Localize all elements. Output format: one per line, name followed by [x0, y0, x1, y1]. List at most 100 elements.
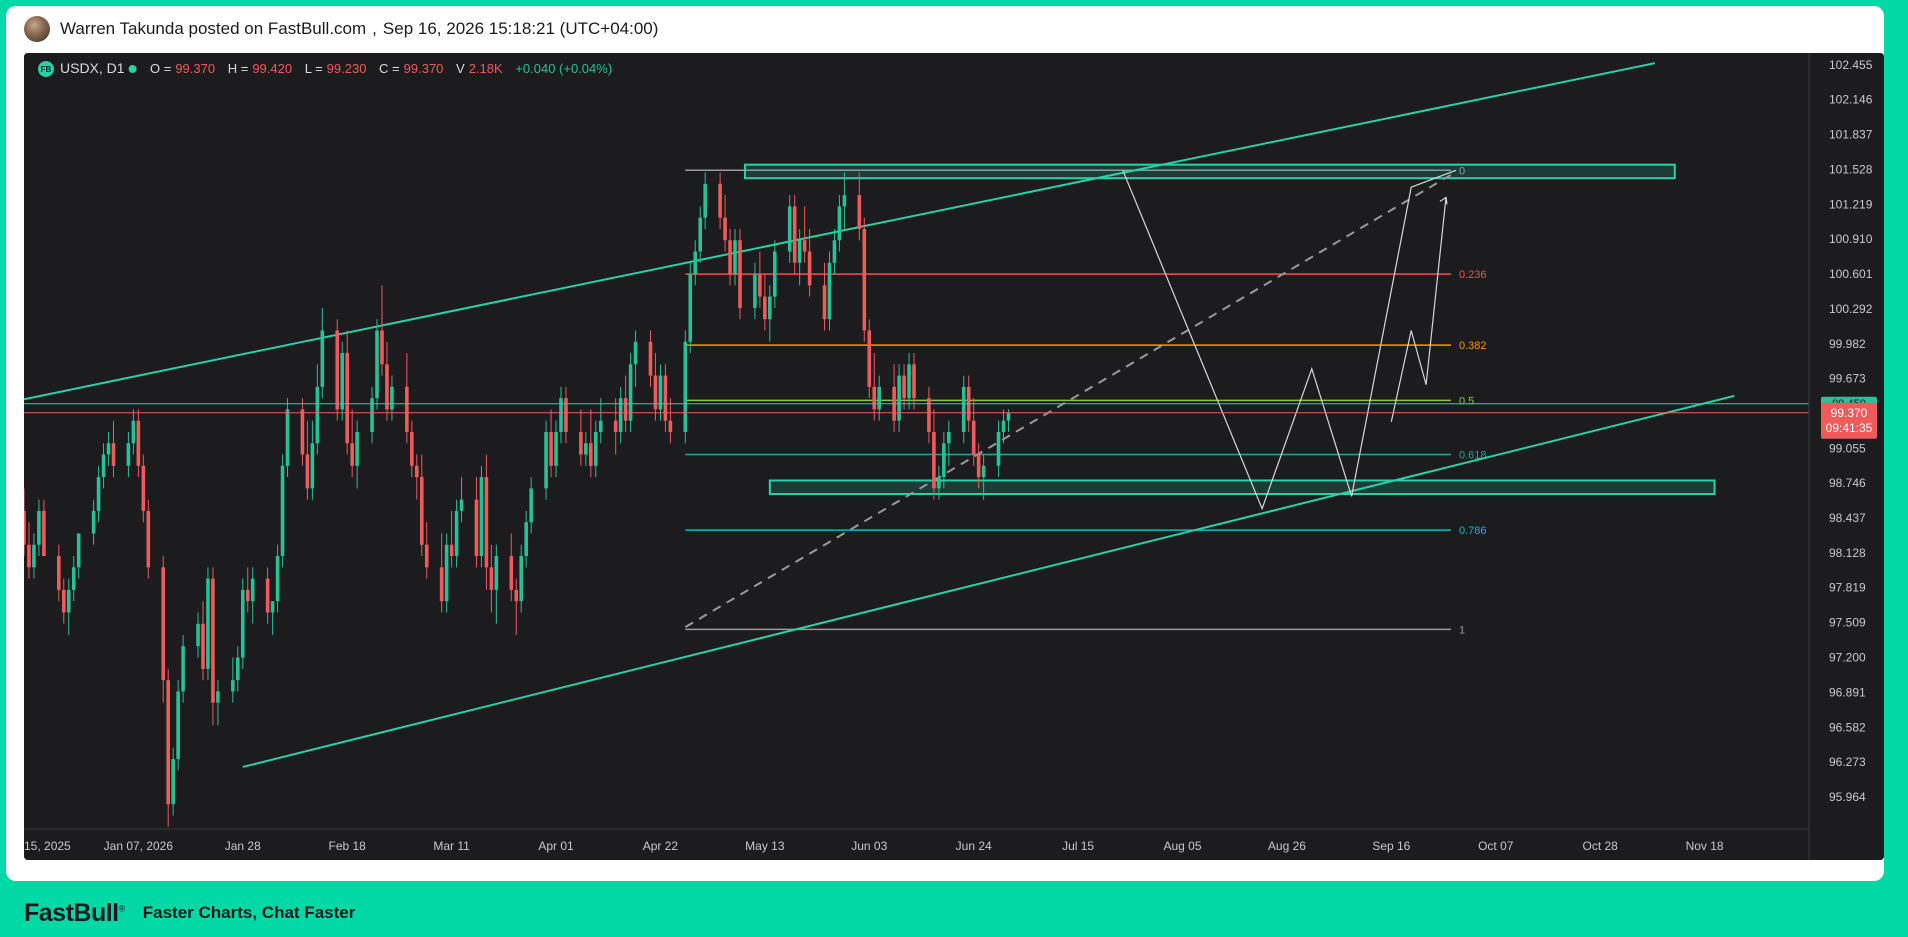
candle-body	[42, 510, 46, 557]
candle-body	[733, 240, 737, 275]
candle-body	[305, 454, 310, 489]
close-value: 99.370	[404, 61, 444, 76]
candle-body	[529, 488, 533, 523]
candle	[285, 398, 290, 478]
candle-body	[350, 443, 354, 466]
brand-logo[interactable]: FastBull®	[24, 899, 125, 928]
candle-body	[564, 398, 568, 432]
candle-body	[832, 240, 837, 263]
candle-body	[459, 499, 464, 511]
y-tick-label: 98.128	[1829, 546, 1866, 560]
candle-body	[275, 556, 280, 602]
candle-body	[449, 544, 454, 557]
y-tick-label: 100.292	[1829, 302, 1873, 316]
candle-body	[410, 431, 414, 466]
author-avatar[interactable]	[24, 16, 50, 42]
candle-body	[867, 330, 872, 387]
candle-body	[250, 578, 255, 602]
candle-body	[663, 375, 668, 421]
candle-body	[633, 341, 638, 365]
y-tick-label: 99.982	[1829, 337, 1866, 351]
y-tick-label: 96.582	[1829, 720, 1866, 734]
candle-body	[71, 567, 76, 590]
candle-body	[96, 477, 101, 511]
candle-body	[474, 499, 479, 557]
candle-body	[345, 353, 349, 444]
candle	[375, 319, 379, 410]
candle-body	[807, 251, 812, 286]
volume-value: 2.18K	[469, 61, 503, 76]
meta-separator: ,	[372, 19, 377, 38]
fib-label-0.618: 0.618	[1459, 450, 1487, 462]
x-tick-label: Jun 24	[956, 839, 992, 853]
post-header: Warren Takunda posted on FastBull.com, Se…	[24, 16, 658, 42]
candle-body	[419, 477, 424, 545]
candle	[444, 533, 449, 613]
candle-body	[1001, 420, 1006, 432]
candle-body	[683, 341, 688, 432]
x-tick-label: Jan 07, 2026	[104, 839, 174, 853]
candle	[146, 499, 151, 579]
y-tick-label: 101.837	[1829, 128, 1873, 142]
supply-zone[interactable]	[743, 163, 1676, 180]
candle-body	[981, 465, 986, 478]
y-tick-label: 98.437	[1829, 511, 1866, 525]
candle-body	[897, 375, 901, 421]
candle-body	[658, 375, 663, 410]
candle-body	[106, 443, 111, 455]
brand-mark: ®	[118, 903, 126, 914]
price-chart[interactable]: 00.2360.3820.50.6180.7861 102.455102.146…	[24, 53, 1884, 860]
candle-body	[618, 398, 623, 432]
candle-body	[236, 657, 240, 681]
symbol-label[interactable]: USDX, D1	[60, 60, 125, 76]
candle-body	[961, 386, 966, 432]
candle-body	[942, 443, 946, 478]
y-tick-label: 97.819	[1829, 581, 1866, 595]
y-tick-label: 98.746	[1829, 476, 1866, 490]
candle-body	[932, 431, 936, 489]
candle-body	[554, 431, 558, 466]
candle-body	[479, 477, 484, 557]
candle-body	[524, 522, 528, 557]
candle-body	[320, 330, 325, 387]
author-line[interactable]: Warren Takunda posted on FastBull.com	[60, 19, 366, 38]
fib-label-0.786: 0.786	[1459, 525, 1487, 537]
candle-body	[723, 217, 727, 241]
low-value: 99.230	[327, 61, 367, 76]
candle-body	[787, 206, 792, 252]
y-tick-label: 101.219	[1829, 197, 1873, 211]
candle	[206, 567, 210, 681]
candle	[792, 195, 797, 275]
candle-body	[648, 341, 653, 376]
tagline: Faster Charts, Chat Faster	[142, 903, 356, 922]
candle-body	[763, 296, 767, 320]
candle-body	[559, 398, 563, 432]
candle-body	[66, 589, 71, 613]
candle	[628, 353, 633, 432]
candle-body	[549, 431, 553, 466]
x-tick-label: Apr 22	[643, 839, 679, 853]
x-tick-label: May 13	[745, 839, 785, 853]
candle-body	[335, 330, 340, 410]
candle	[827, 251, 832, 331]
candle-body	[265, 578, 270, 613]
candle-body	[201, 623, 205, 669]
candle	[479, 465, 484, 568]
candle-body	[176, 691, 180, 760]
candle-body	[668, 420, 673, 432]
candle-body	[91, 510, 96, 534]
candle	[340, 341, 345, 421]
candle-body	[231, 680, 235, 692]
candle-body	[375, 330, 379, 399]
candle-body	[355, 431, 359, 466]
post-timestamp: Sep 16, 2026 15:18:21 (UTC+04:00)	[382, 19, 659, 38]
candle-body	[206, 578, 210, 669]
footer: FastBull® Faster Charts, Chat Faster	[24, 895, 355, 931]
candle-body	[797, 240, 802, 263]
candle-body	[1006, 412, 1011, 421]
chart-panel[interactable]: 00.2360.3820.50.6180.7861 102.455102.146…	[24, 53, 1884, 860]
y-tick-label: 102.455	[1829, 58, 1873, 72]
demand-zone[interactable]	[768, 479, 1716, 496]
candle-body	[424, 544, 429, 568]
candle-body	[698, 217, 703, 252]
